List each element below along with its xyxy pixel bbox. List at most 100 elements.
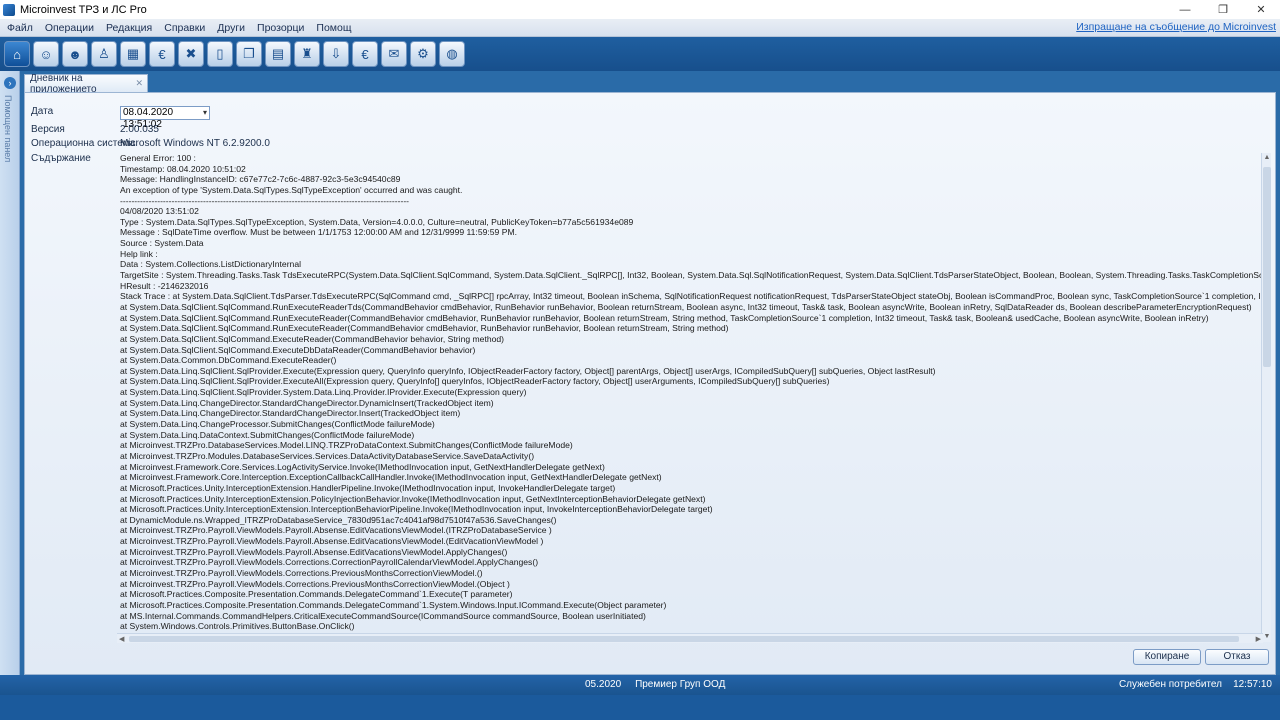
- log-line: at System.Data.SqlClient.SqlCommand.RunE…: [120, 301, 1252, 312]
- menu-edit[interactable]: Редакция: [99, 22, 157, 34]
- money-note-icon[interactable]: €: [352, 41, 378, 67]
- log-line: Data : System.Collections.ListDictionary…: [120, 259, 302, 270]
- users-icon[interactable]: ☺: [33, 41, 59, 67]
- log-line: at System.Data.Linq.ChangeDirector.Stand…: [120, 408, 461, 419]
- maximize-button[interactable]: ❐: [1204, 0, 1242, 19]
- vertical-scrollbar[interactable]: ▲ ▼: [1261, 153, 1271, 642]
- status-period: 05.2020: [585, 679, 622, 690]
- tab-strip: Дневник на приложението ✕: [22, 73, 1280, 95]
- group-icon[interactable]: ☻: [62, 41, 88, 67]
- settings-icon[interactable]: ⚙: [410, 41, 436, 67]
- log-line: at Microinvest.TRZPro.Payroll.ViewModels…: [120, 567, 483, 578]
- title-bar: Microinvest ТРЗ и ЛС Pro — ❐ ✕: [0, 0, 1280, 19]
- menu-other[interactable]: Други: [210, 22, 250, 34]
- log-line: at System.Data.SqlClient.SqlCommand.Exec…: [120, 344, 476, 355]
- window-title: Microinvest ТРЗ и ЛС Pro: [20, 3, 147, 16]
- globe-icon[interactable]: ◍: [439, 41, 465, 67]
- document-icon[interactable]: ▯: [207, 41, 233, 67]
- menu-operations[interactable]: Операции: [38, 22, 99, 34]
- window-controls: — ❐ ✕: [1166, 0, 1280, 19]
- content-label: Съдържание: [31, 153, 91, 164]
- date-dropdown[interactable]: 08.04.2020 13:51:02 ▾: [120, 106, 210, 130]
- status-company: Премиер Груп ООД: [635, 679, 726, 690]
- log-line: Help link :: [120, 248, 158, 259]
- close-button[interactable]: ✕: [1242, 0, 1280, 19]
- lock-person-icon[interactable]: ♙: [91, 41, 117, 67]
- log-line: Timestamp: 08.04.2020 10:51:02: [120, 163, 246, 174]
- scroll-thumb[interactable]: [1263, 167, 1271, 367]
- status-user-time: Служебен потребител 12:57:10: [1119, 679, 1272, 690]
- log-line: Message: HandlingInstanceID: c67e77c2-7c…: [120, 174, 401, 185]
- log-line: TargetSite : System.Threading.Tasks.Task…: [120, 270, 1263, 281]
- copy-button[interactable]: Копиране: [1133, 649, 1201, 665]
- log-line: ----------------------------------------…: [120, 195, 410, 206]
- status-period-company: 05.2020 Премиер Груп ООД: [585, 679, 725, 690]
- log-line: at System.Data.Linq.SqlClient.SqlProvide…: [120, 387, 527, 398]
- calculator-icon[interactable]: ▦: [120, 41, 146, 67]
- app-logo-icon: [3, 3, 15, 16]
- log-line: at Microinvest.TRZPro.Payroll.ViewModels…: [120, 557, 539, 568]
- menu-reports[interactable]: Справки: [157, 22, 210, 34]
- version-value: 2.00.035: [120, 124, 159, 135]
- log-line: at Microinvest.TRZPro.Payroll.ViewModels…: [120, 525, 552, 536]
- chat-icon[interactable]: ✉: [381, 41, 407, 67]
- log-line: at System.Data.SqlClient.SqlCommand.Exec…: [120, 333, 505, 344]
- log-line: at Microinvest.TRZPro.DatabaseServices.M…: [120, 440, 573, 451]
- send-message-link[interactable]: Изпращане на съобщение до Microinvest: [1076, 21, 1276, 33]
- log-line: at System.Data.SqlClient.SqlCommand.RunE…: [120, 312, 1209, 323]
- tab-application-log[interactable]: Дневник на приложението ✕: [24, 73, 148, 95]
- home-icon[interactable]: ⌂: [4, 41, 30, 67]
- log-line: at System.Data.Linq.SqlClient.SqlProvide…: [120, 376, 830, 387]
- cancel-icon[interactable]: ✖: [178, 41, 204, 67]
- log-line: 04/08/2020 13:51:02: [120, 206, 199, 217]
- horizontal-scrollbar[interactable]: ◀ ▶: [117, 633, 1263, 643]
- log-line: at Microsoft.Practices.Unity.Interceptio…: [120, 482, 616, 493]
- date-label: Дата: [31, 106, 54, 117]
- status-time: 12:57:10: [1233, 679, 1272, 690]
- toolbar: ⌂ ☺ ☻ ♙ ▦ € ✖ ▯ ❐ ▤ ♜ ⇩ € ✉ ⚙ ◍: [0, 37, 1280, 71]
- money-icon[interactable]: €: [149, 41, 175, 67]
- log-content-text[interactable]: General Error: 100 : Timestamp: 08.04.20…: [117, 153, 1263, 642]
- log-line: at System.Data.Common.DbCommand.ExecuteR…: [120, 355, 337, 366]
- cancel-button[interactable]: Отказ: [1205, 649, 1269, 665]
- menu-help[interactable]: Помощ: [309, 22, 356, 34]
- expand-arrow-icon[interactable]: ›: [4, 77, 16, 89]
- log-line: Type : System.Data.SqlTypes.SqlTypeExcep…: [120, 216, 634, 227]
- menu-bar: Файл Операции Редакция Справки Други Про…: [0, 19, 1280, 37]
- horizontal-scroll-thumb[interactable]: [129, 636, 1239, 642]
- scroll-left-icon[interactable]: ◀: [119, 635, 124, 643]
- log-line: at Microinvest.Framework.Core.Intercepti…: [120, 472, 662, 483]
- log-line: at System.Data.SqlClient.SqlCommand.RunE…: [120, 323, 729, 334]
- scroll-right-icon[interactable]: ▶: [1256, 635, 1261, 643]
- log-line: at Microsoft.Practices.Unity.Interceptio…: [120, 504, 713, 515]
- log-line: at System.Data.Linq.DataContext.SubmitCh…: [120, 429, 415, 440]
- log-line: at Microinvest.TRZPro.Payroll.ViewModels…: [120, 546, 508, 557]
- side-panel-label[interactable]: Помощен панел: [3, 95, 13, 162]
- taskbar-area: [0, 695, 1280, 720]
- chevron-down-icon: ▾: [202, 108, 207, 117]
- copy-icon[interactable]: ❐: [236, 41, 262, 67]
- status-bar: 05.2020 Премиер Груп ООД Служебен потреб…: [0, 675, 1280, 695]
- scroll-up-icon[interactable]: ▲: [1263, 154, 1271, 162]
- log-line: at System.Data.Linq.ChangeDirector.Stand…: [120, 397, 494, 408]
- help-side-panel: › Помощен панел: [0, 71, 20, 675]
- os-value: Microsoft Windows NT 6.2.9200.0: [120, 138, 270, 149]
- log-line: at MS.Internal.Commands.CommandHelpers.C…: [120, 610, 646, 621]
- minimize-button[interactable]: —: [1166, 0, 1204, 19]
- log-line: at Microsoft.Practices.Composite.Present…: [120, 589, 513, 600]
- download-icon[interactable]: ⇩: [323, 41, 349, 67]
- log-line: at Microsoft.Practices.Composite.Present…: [120, 599, 667, 610]
- tab-close-icon[interactable]: ✕: [135, 78, 143, 89]
- scroll-down-icon[interactable]: ▼: [1263, 633, 1271, 641]
- print-icon[interactable]: ▤: [265, 41, 291, 67]
- log-line: at DynamicModule.ns.Wrapped_ITRZProDatab…: [120, 514, 557, 525]
- menu-windows[interactable]: Прозорци: [250, 22, 309, 34]
- log-line: Stack Trace : at System.Data.SqlClient.T…: [120, 291, 1263, 302]
- menu-file[interactable]: Файл: [0, 22, 38, 34]
- lock-icon[interactable]: ♜: [294, 41, 320, 67]
- log-line: General Error: 100 :: [120, 153, 196, 163]
- log-line: HResult : -2146232016: [120, 280, 209, 291]
- log-line: at System.Data.Linq.SqlClient.SqlProvide…: [120, 365, 936, 376]
- version-label: Версия: [31, 124, 65, 135]
- log-line: at System.Windows.Controls.Primitives.Bu…: [120, 621, 355, 632]
